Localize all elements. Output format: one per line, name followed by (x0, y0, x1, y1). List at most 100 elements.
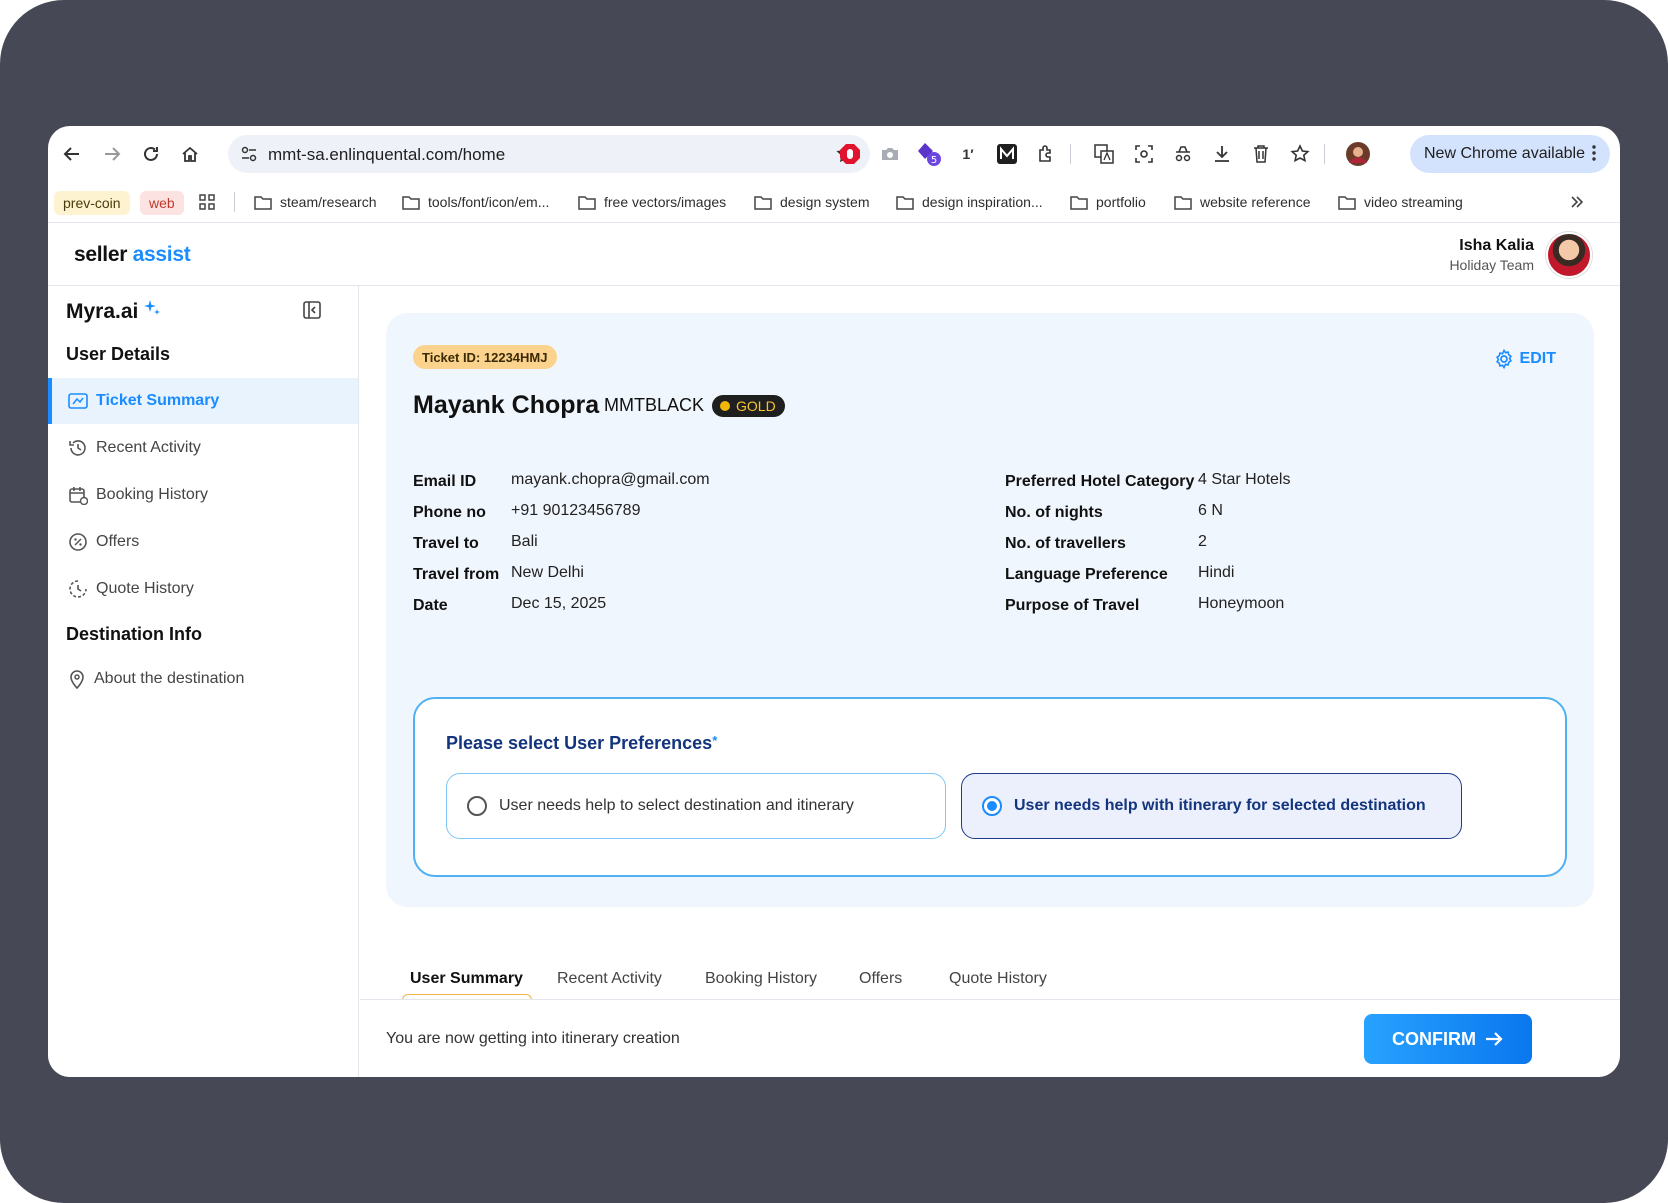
field-value: 2 (1198, 533, 1207, 550)
field-label: Travel to (413, 535, 479, 552)
sidebar-item-recent-activity[interactable]: Recent Activity (48, 425, 358, 471)
chevron-double-right-icon[interactable] (1570, 190, 1592, 214)
lens-icon[interactable] (1130, 140, 1158, 168)
collapse-sidebar-icon[interactable] (302, 300, 322, 325)
field-value: 6 N (1198, 502, 1223, 519)
site-settings-icon[interactable] (240, 145, 258, 168)
translate-icon[interactable] (1090, 140, 1118, 168)
field-label: Purpose of Travel (1005, 597, 1140, 614)
home-icon[interactable] (176, 140, 204, 168)
field-label: Travel from (413, 566, 500, 583)
extension-text-icon[interactable]: 1′ (954, 140, 982, 168)
folder-icon (578, 195, 596, 210)
field-label: Email ID (413, 473, 477, 490)
bookmark-chip-prev-coin[interactable]: prev-coin (54, 191, 130, 215)
bookmark-folder[interactable]: tools/font/icon/em... (402, 190, 549, 214)
preference-option-itinerary-only[interactable]: User needs help with itinerary for selec… (961, 773, 1462, 839)
adblock-icon[interactable] (836, 140, 864, 168)
sidebar-item-ticket-summary[interactable]: Ticket Summary (48, 378, 358, 424)
favorites-icon[interactable] (1286, 140, 1314, 168)
sidebar-title: Myra.ai (66, 300, 161, 324)
folder-icon (254, 195, 272, 210)
incognito-icon[interactable] (1169, 140, 1197, 168)
arrow-right-icon (1486, 1032, 1503, 1046)
apps-grid-icon[interactable] (198, 190, 224, 214)
bookmark-label: video streaming (1364, 194, 1463, 210)
bookmark-label: website reference (1200, 194, 1311, 210)
confirm-button[interactable]: CONFIRM (1364, 1014, 1532, 1064)
option-label: User needs help with itinerary for selec… (1014, 797, 1426, 814)
sidebar-item-booking-history[interactable]: Booking History (48, 472, 358, 518)
confirm-label: CONFIRM (1392, 1028, 1476, 1049)
address-bar[interactable]: mmt-sa.enlinquental.com/home (228, 135, 870, 173)
ticket-card: Ticket ID: 12234HMJ EDIT Mayank Chopra M… (386, 313, 1594, 907)
sidebar-item-label: About the destination (94, 670, 245, 687)
folder-icon (402, 195, 420, 210)
history-icon (69, 440, 86, 456)
field-label: No. of travellers (1005, 535, 1126, 552)
bookmark-folder[interactable]: video streaming (1338, 190, 1463, 214)
brand-accent: assist (132, 243, 191, 266)
calendar-icon (69, 487, 88, 505)
bookmark-folder[interactable]: design system (754, 190, 869, 214)
preference-option-destination-and-itinerary[interactable]: User needs help to select destination an… (446, 773, 946, 839)
footer-message: You are now getting into itinerary creat… (386, 1030, 680, 1047)
bookmark-label: design system (780, 194, 870, 210)
sidebar-title-text: Myra.ai (66, 300, 139, 323)
sidebar-item-offers[interactable]: Offers (48, 519, 358, 565)
field-label: No. of nights (1005, 504, 1103, 521)
bookmark-folder[interactable]: steam/research (254, 190, 376, 214)
radio-selected[interactable] (982, 796, 1002, 816)
browser-window: mmt-sa.enlinquental.com/home 5 1′ New Ch… (48, 126, 1620, 1077)
folder-icon (896, 195, 914, 210)
chrome-update-button[interactable]: New Chrome available (1410, 135, 1610, 173)
profile-avatar-icon[interactable] (1344, 140, 1372, 168)
clock-dashed-icon (69, 580, 87, 598)
forward-icon[interactable] (98, 140, 126, 168)
medium-icon[interactable] (993, 140, 1021, 168)
avatar[interactable] (1546, 232, 1592, 278)
tier-badge: GOLD (712, 395, 785, 417)
field-value: Dec 15, 2025 (511, 595, 607, 612)
field-value: mayank.chopra@gmail.com (511, 471, 710, 488)
bookmark-label: design inspiration... (922, 194, 1043, 210)
bookmarks-bar: prev-coin web steam/research tools/font/… (48, 182, 1620, 222)
download-icon[interactable] (1208, 140, 1236, 168)
field-label: Preferred Hotel Category (1005, 473, 1195, 490)
customer-name: Mayank Chopra (413, 391, 600, 419)
field-label: Phone no (413, 504, 486, 521)
brand-logo[interactable]: seller assist (74, 243, 191, 267)
section-user-details: User Details (66, 344, 171, 364)
folder-icon (1070, 195, 1088, 210)
reload-icon[interactable] (137, 140, 165, 168)
sidebar-item-quote-history[interactable]: Quote History (48, 566, 358, 612)
edit-label: EDIT (1519, 350, 1556, 367)
sidebar-item-about-destination[interactable]: About the destination (48, 656, 358, 702)
extensions-puzzle-icon[interactable] (1032, 140, 1060, 168)
bookmark-folder[interactable]: free vectors/images (578, 190, 726, 214)
bookmark-label: steam/research (280, 194, 377, 210)
bookmark-folder[interactable]: design inspiration... (896, 190, 1043, 214)
camera-icon[interactable] (876, 140, 904, 168)
ticket-id-badge: Ticket ID: 12234HMJ (413, 345, 557, 369)
back-icon[interactable] (58, 140, 86, 168)
radio-unselected[interactable] (467, 796, 487, 816)
bookmark-folder[interactable]: website reference (1174, 190, 1311, 214)
field-label: Language Preference (1005, 566, 1168, 583)
field-value: New Delhi (511, 564, 584, 581)
action-footer: You are now getting into itinerary creat… (360, 999, 1620, 1077)
gear-icon (1495, 349, 1512, 369)
extension-purple-icon[interactable]: 5 (915, 140, 943, 168)
trash-icon[interactable] (1247, 140, 1275, 168)
field-value: Bali (511, 533, 538, 550)
bookmark-folder[interactable]: portfolio (1070, 190, 1146, 214)
sidebar-item-label: Booking History (96, 486, 209, 503)
bookmark-chip-web[interactable]: web (140, 191, 184, 215)
kebab-menu-icon[interactable] (1592, 145, 1596, 166)
field-value: Honeymoon (1198, 595, 1285, 612)
field-value: 4 Star Hotels (1198, 471, 1291, 488)
sparkle-icon (144, 300, 161, 315)
bookmark-label: tools/font/icon/em... (428, 194, 550, 210)
edit-button[interactable]: EDIT (1494, 349, 1556, 369)
brand-main: seller (74, 243, 128, 266)
